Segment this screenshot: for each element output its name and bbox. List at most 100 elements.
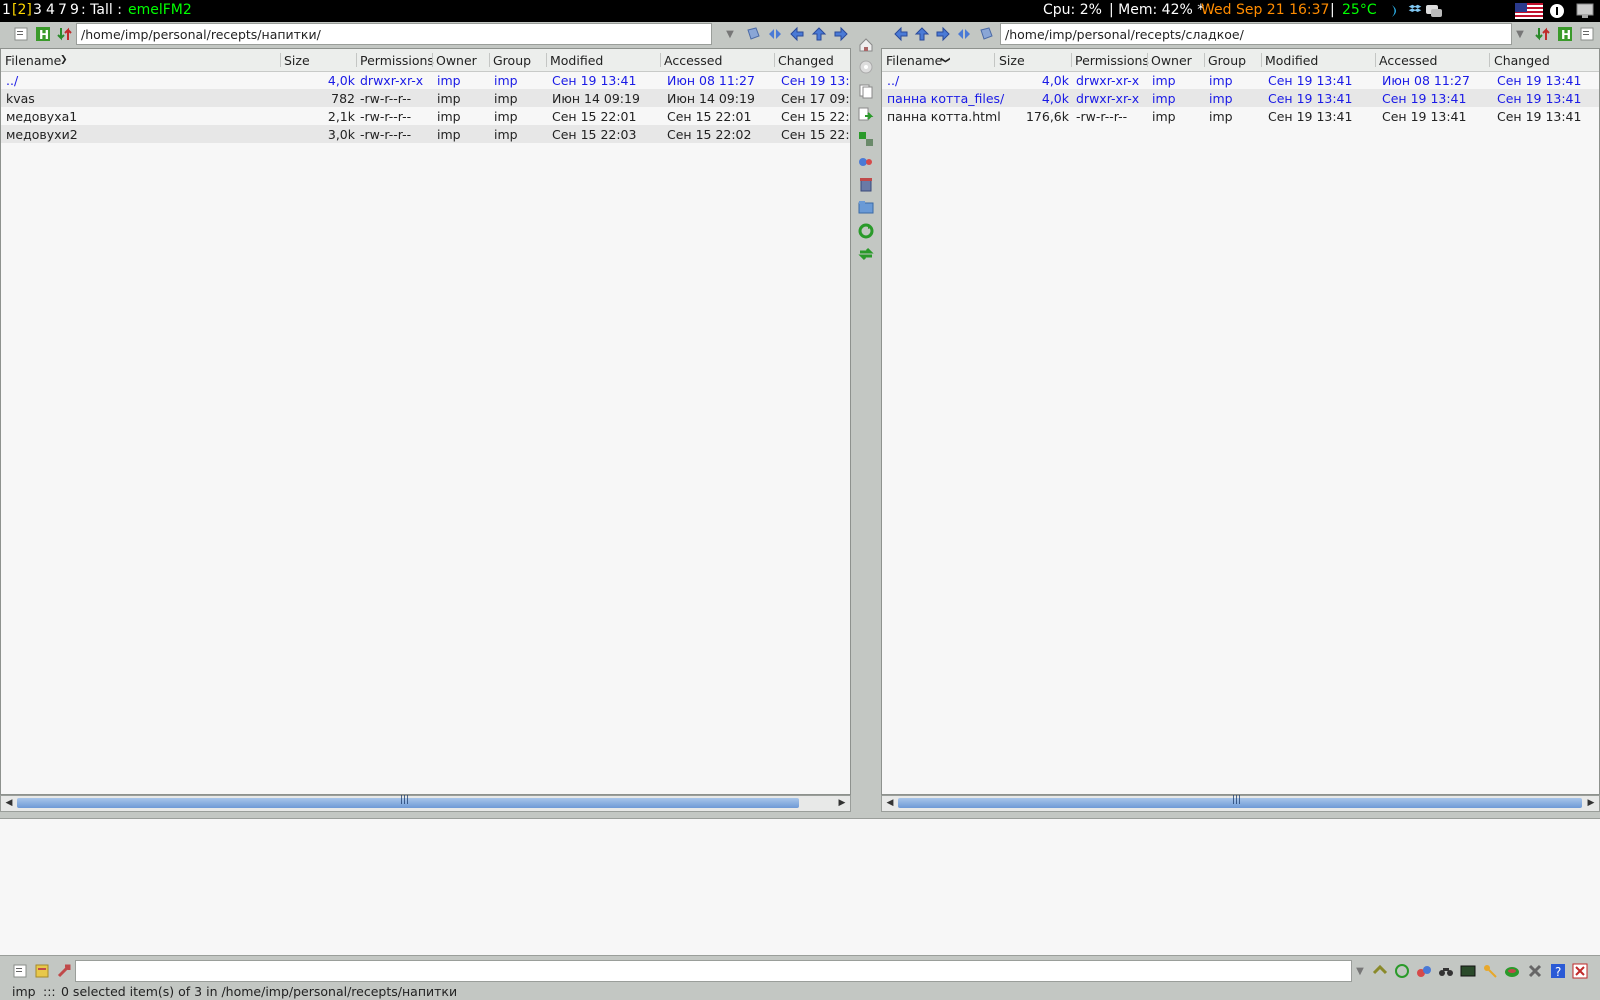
file-row[interactable]: медовуха1 2,1k -rw-r--r-- imp imp Сен 15 22:0… bbox=[1, 107, 850, 125]
command-line-input[interactable] bbox=[75, 960, 1352, 982]
right-sync-dirs-icon[interactable] bbox=[955, 25, 973, 43]
tools-icon[interactable] bbox=[1372, 963, 1388, 979]
file-row[interactable]: ../ 4,0k drwxr-xr-x imp imp Сен 19 13:41 Июн 0… bbox=[1, 71, 850, 89]
right-scroll-right-icon[interactable]: ▶ bbox=[1584, 796, 1598, 810]
swap-panes-icon[interactable] bbox=[858, 246, 874, 262]
colors-icon[interactable] bbox=[1416, 963, 1432, 979]
cdrom-icon[interactable] bbox=[858, 59, 874, 75]
settings-icon[interactable] bbox=[1527, 963, 1543, 979]
col-owner[interactable]: Owner bbox=[436, 53, 477, 68]
workspace-4[interactable]: 4 bbox=[46, 2, 55, 18]
copy-to-other-pane-icon[interactable] bbox=[858, 107, 874, 123]
terminal-icon[interactable] bbox=[1460, 963, 1476, 979]
col-permissions[interactable]: Permissions bbox=[360, 53, 434, 68]
file-row[interactable]: медовухи2 3,0k -rw-r--r-- imp imp Сен 15 22:0… bbox=[1, 125, 850, 143]
right-forward-arrow-icon[interactable] bbox=[934, 25, 952, 43]
right-col-owner[interactable]: Owner bbox=[1151, 53, 1192, 68]
workspace-9[interactable]: 9 bbox=[70, 2, 79, 18]
chat-icon[interactable] bbox=[1425, 3, 1443, 19]
right-scroll-left-icon[interactable]: ◀ bbox=[883, 796, 897, 810]
scroll-right-icon[interactable]: ▶ bbox=[835, 796, 849, 810]
plugin-icon[interactable] bbox=[1504, 963, 1520, 979]
chevron-down-icon[interactable]: ❯ bbox=[60, 55, 68, 65]
workspace-7[interactable]: 7 bbox=[58, 2, 67, 18]
right-col-size[interactable]: Size bbox=[999, 53, 1025, 68]
move-icon[interactable] bbox=[858, 131, 874, 147]
refresh-icon[interactable] bbox=[858, 223, 874, 239]
forward-arrow-icon[interactable] bbox=[832, 25, 850, 43]
us-flag-icon[interactable] bbox=[1515, 3, 1543, 19]
right-pane-menu-icon[interactable] bbox=[1578, 25, 1596, 43]
temperature: 25°C bbox=[1342, 2, 1377, 18]
home-icon[interactable] bbox=[858, 37, 874, 53]
file-row[interactable]: ../ 4,0k drwxr-xr-x imp imp Сен 19 13:41 Июн 0… bbox=[882, 71, 1599, 89]
workspace-2-active[interactable]: [2] bbox=[12, 2, 32, 18]
col-accessed[interactable]: Accessed bbox=[664, 53, 722, 68]
pane-menu-icon[interactable] bbox=[12, 25, 30, 43]
command-dropdown-icon[interactable]: ▼ bbox=[1352, 960, 1368, 982]
col-modified[interactable]: Modified bbox=[550, 53, 603, 68]
hidden-files-toggle-icon[interactable]: H bbox=[34, 25, 52, 43]
file-row[interactable]: kvas 782 -rw-r--r-- imp imp Июн 14 09:19 Июн 1… bbox=[1, 89, 850, 107]
right-file-pane[interactable]: Filename ❯ Size Permissions Owner Group … bbox=[881, 48, 1600, 795]
col-group[interactable]: Group bbox=[493, 53, 531, 68]
key-icon[interactable] bbox=[1482, 963, 1498, 979]
right-up-arrow-icon[interactable] bbox=[913, 25, 931, 43]
right-col-group[interactable]: Group bbox=[1208, 53, 1246, 68]
left-path-dropdown-icon[interactable]: ▼ bbox=[722, 23, 738, 45]
up-arrow-icon[interactable] bbox=[810, 25, 828, 43]
cell-modified: Сен 15 22:03 bbox=[552, 127, 637, 142]
scroll-left-icon[interactable]: ◀ bbox=[2, 796, 16, 810]
info-icon[interactable] bbox=[1549, 3, 1567, 19]
right-horizontal-scrollbar[interactable]: ◀ ||| ▶ bbox=[881, 795, 1600, 812]
command-output-pane[interactable] bbox=[0, 818, 1600, 956]
right-col-filename[interactable]: Filename bbox=[886, 53, 942, 68]
right-back-arrow-icon[interactable] bbox=[892, 25, 910, 43]
right-col-modified[interactable]: Modified bbox=[1265, 53, 1318, 68]
file-row[interactable]: панна котта.html 176,6k -rw-r--r-- imp imp Се… bbox=[882, 107, 1599, 125]
right-scroll-thumb[interactable]: ||| bbox=[898, 795, 1582, 808]
right-col-accessed[interactable]: Accessed bbox=[1379, 53, 1437, 68]
new-folder-icon[interactable] bbox=[858, 199, 874, 215]
cell-accessed: Сен 19 13:41 bbox=[1382, 91, 1467, 106]
right-hidden-files-toggle-icon[interactable]: H bbox=[1556, 25, 1574, 43]
right-col-permissions[interactable]: Permissions bbox=[1075, 53, 1149, 68]
network-icon[interactable] bbox=[1388, 3, 1406, 19]
system-top-bar: 1 [2] 3 4 7 9 : Tall : emelFM2 Cpu: 2% |… bbox=[0, 0, 1600, 22]
command-history-icon[interactable] bbox=[34, 963, 50, 979]
bookmark-icon[interactable] bbox=[744, 25, 762, 43]
left-horizontal-scrollbar[interactable]: ◀ ||| ▶ bbox=[0, 795, 851, 812]
copy-icon[interactable] bbox=[858, 83, 874, 99]
right-chevron-down-icon[interactable]: ❯ bbox=[940, 56, 950, 64]
cell-changed: Сен 15 22:01 bbox=[781, 109, 850, 124]
right-filter-icon[interactable] bbox=[1534, 25, 1552, 43]
workspace-1[interactable]: 1 bbox=[2, 2, 11, 18]
file-row[interactable]: панна котта_files/4,0k drwxr-xr-x imp imp Се… bbox=[882, 89, 1599, 107]
binoculars-icon[interactable] bbox=[1438, 963, 1454, 979]
right-path-dropdown-icon[interactable]: ▼ bbox=[1512, 23, 1528, 45]
left-path-input[interactable]: /home/imp/personal/recepts/напитки/ bbox=[76, 23, 712, 45]
link-icon[interactable] bbox=[858, 153, 874, 169]
filter-icon[interactable] bbox=[56, 25, 74, 43]
output-menu-icon[interactable] bbox=[12, 963, 28, 979]
right-bookmark-icon[interactable] bbox=[977, 25, 995, 43]
clear-command-icon[interactable] bbox=[56, 963, 72, 979]
cell-changed: Сен 19 13:41 bbox=[781, 73, 850, 88]
recycle-icon[interactable] bbox=[1394, 963, 1410, 979]
help-icon[interactable]: ? bbox=[1550, 963, 1566, 979]
back-arrow-icon[interactable] bbox=[788, 25, 806, 43]
close-icon[interactable] bbox=[1572, 963, 1588, 979]
display-icon[interactable] bbox=[1575, 3, 1597, 19]
trash-icon[interactable] bbox=[858, 176, 874, 192]
left-scroll-thumb[interactable]: ||| bbox=[17, 795, 799, 808]
right-col-changed[interactable]: Changed bbox=[1494, 53, 1550, 68]
sync-dirs-icon[interactable] bbox=[766, 25, 784, 43]
col-size[interactable]: Size bbox=[284, 53, 310, 68]
left-file-pane[interactable]: Filename ❯ Size Permissions Owner Group … bbox=[0, 48, 851, 795]
right-column-header: Filename ❯ Size Permissions Owner Group … bbox=[882, 49, 1599, 72]
dropbox-icon[interactable] bbox=[1406, 3, 1424, 19]
workspace-3[interactable]: 3 bbox=[33, 2, 42, 18]
col-filename[interactable]: Filename bbox=[5, 53, 61, 68]
col-changed[interactable]: Changed bbox=[778, 53, 834, 68]
right-path-input[interactable]: /home/imp/personal/recepts/сладкое/ bbox=[1000, 23, 1512, 45]
